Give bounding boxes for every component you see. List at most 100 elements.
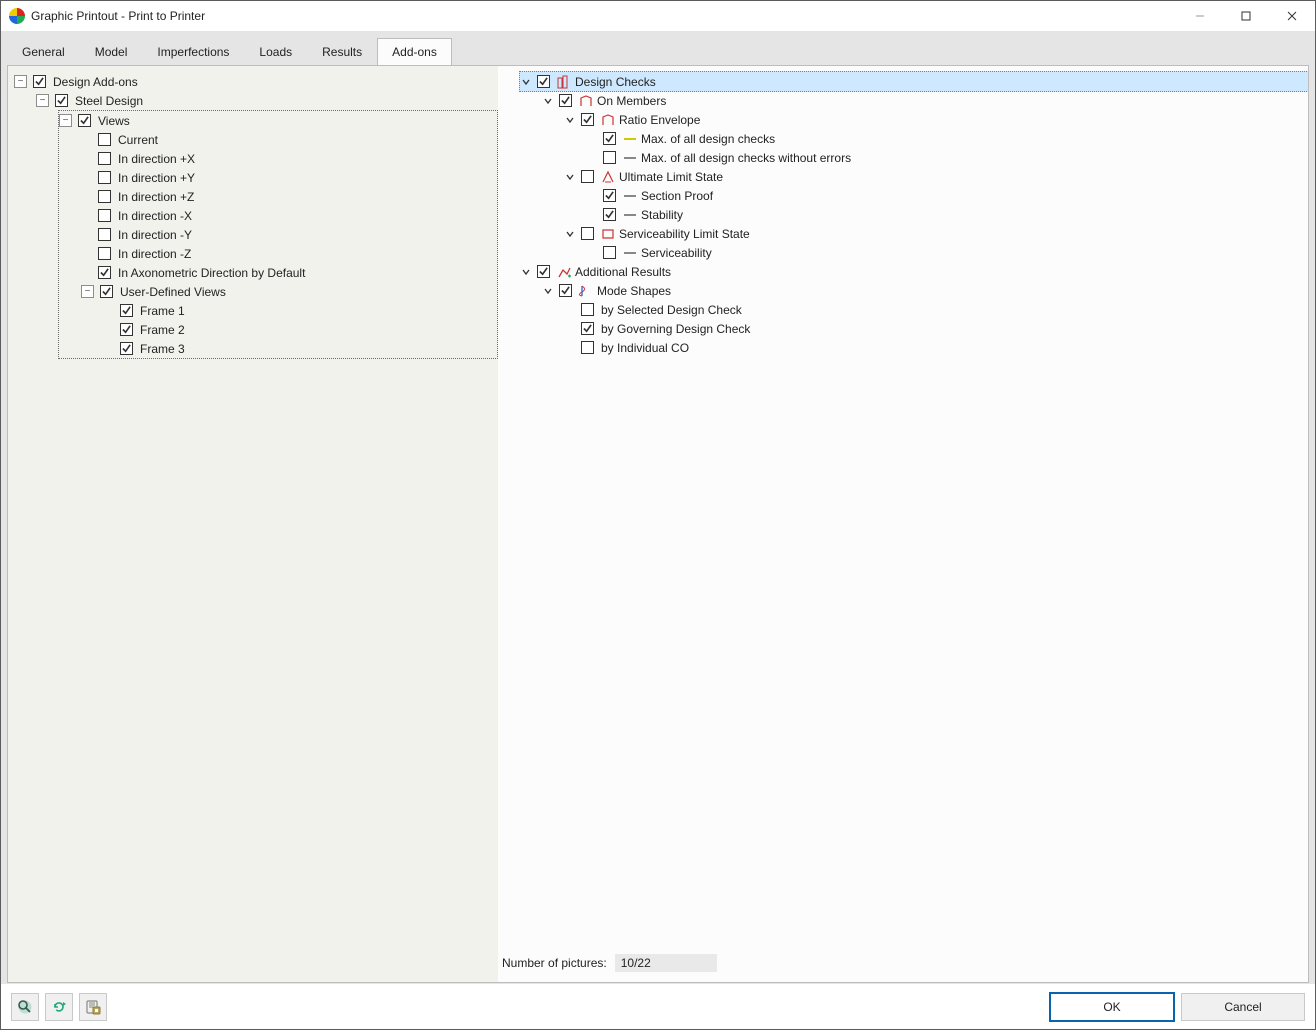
tab-model[interactable]: Model <box>80 38 143 66</box>
checkbox-uls[interactable] <box>581 170 594 183</box>
uls-icon <box>601 170 615 184</box>
checkbox-axo-default[interactable] <box>98 266 111 279</box>
ratio-envelope-icon <box>601 113 615 127</box>
tree-label: Mode Shapes <box>597 284 671 298</box>
checkbox-sls[interactable] <box>581 227 594 240</box>
window-close-button[interactable] <box>1269 1 1315 31</box>
checkbox-ratio-envelope[interactable] <box>581 113 594 126</box>
chevron-down-icon[interactable] <box>542 285 553 296</box>
tab-loads[interactable]: Loads <box>244 38 307 66</box>
checkbox-max-all[interactable] <box>603 132 616 145</box>
left-tree: − Design Add-ons − Steel Design <box>8 66 498 982</box>
tree-label: In direction +Z <box>118 190 194 204</box>
chevron-down-icon[interactable] <box>564 114 575 125</box>
tree-label: In direction -Y <box>118 228 192 242</box>
checkbox-by-governing[interactable] <box>581 322 594 335</box>
checkbox-frame3[interactable] <box>120 342 133 355</box>
checkbox-on-members[interactable] <box>559 94 572 107</box>
mode-shapes-icon <box>579 284 593 298</box>
chevron-down-icon[interactable] <box>542 95 553 106</box>
tree-label: Views <box>98 114 130 128</box>
tree-label: Ultimate Limit State <box>619 170 723 184</box>
tree-label: Frame 2 <box>140 323 185 337</box>
tree-label: Design Checks <box>575 75 656 89</box>
tab-addons[interactable]: Add-ons <box>377 38 452 66</box>
tree-label: Frame 1 <box>140 304 185 318</box>
tab-results[interactable]: Results <box>307 38 377 66</box>
save-template-button[interactable] <box>79 993 107 1021</box>
tree-label: Ratio Envelope <box>619 113 700 127</box>
pictures-count-label: Number of pictures: <box>502 956 607 970</box>
tree-label: Max. of all design checks <box>641 132 775 146</box>
tree-label: Serviceability Limit State <box>619 227 750 241</box>
checkbox-dir-px[interactable] <box>98 152 111 165</box>
tree-label: In direction +X <box>118 152 195 166</box>
pictures-count-value: 10/22 <box>615 954 717 972</box>
checkbox-mode-shapes[interactable] <box>559 284 572 297</box>
expander-icon[interactable]: − <box>14 75 27 88</box>
tree-label: Serviceability <box>641 246 712 260</box>
tree-label: Section Proof <box>641 189 713 203</box>
tree-label: In direction -Z <box>118 247 191 261</box>
checkbox-additional-results[interactable] <box>537 265 550 278</box>
checkbox-dir-mz[interactable] <box>98 247 111 260</box>
app-icon <box>9 8 25 24</box>
tree-label: by Governing Design Check <box>601 322 750 336</box>
checkbox-dir-mx[interactable] <box>98 209 111 222</box>
tree-label: Max. of all design checks without errors <box>641 151 851 165</box>
checkbox-by-individual-co[interactable] <box>581 341 594 354</box>
checkbox-dir-my[interactable] <box>98 228 111 241</box>
expander-icon[interactable]: − <box>81 285 94 298</box>
line-icon <box>623 132 637 146</box>
checkbox-steel-design[interactable] <box>55 94 68 107</box>
tree-label: User-Defined Views <box>120 285 226 299</box>
checkbox-frame2[interactable] <box>120 323 133 336</box>
tab-imperfections[interactable]: Imperfections <box>142 38 244 66</box>
line-icon <box>623 208 637 222</box>
sls-icon <box>601 227 615 241</box>
line-icon <box>623 189 637 203</box>
checkbox-stability[interactable] <box>603 208 616 221</box>
checkbox-frame1[interactable] <box>120 304 133 317</box>
checkbox-dir-py[interactable] <box>98 171 111 184</box>
checkbox-serviceability[interactable] <box>603 246 616 259</box>
additional-results-icon <box>557 265 571 279</box>
checkbox-section-proof[interactable] <box>603 189 616 202</box>
checkbox-by-selected[interactable] <box>581 303 594 316</box>
checkbox-max-noerr[interactable] <box>603 151 616 164</box>
checkbox-user-views[interactable] <box>100 285 113 298</box>
tree-label: Additional Results <box>575 265 671 279</box>
window-maximize-button[interactable] <box>1223 1 1269 31</box>
right-tree: Design Checks On Members <box>498 66 1308 982</box>
line-icon <box>623 246 637 260</box>
expander-icon[interactable]: − <box>59 114 72 127</box>
chevron-down-icon[interactable] <box>520 266 531 277</box>
tree-label: by Selected Design Check <box>601 303 742 317</box>
tab-general[interactable]: General <box>7 38 80 66</box>
line-icon <box>623 151 637 165</box>
tree-label: In Axonometric Direction by Default <box>118 266 305 280</box>
checkbox-views[interactable] <box>78 114 91 127</box>
dialog-window: Graphic Printout - Print to Printer Gene… <box>0 0 1316 1030</box>
tree-label: Steel Design <box>75 94 143 108</box>
expander-icon[interactable]: − <box>36 94 49 107</box>
checkbox-current[interactable] <box>98 133 111 146</box>
members-icon <box>579 94 593 108</box>
chevron-down-icon[interactable] <box>564 171 575 182</box>
ok-button[interactable]: OK <box>1049 992 1175 1022</box>
tree-label: Stability <box>641 208 683 222</box>
cancel-button[interactable]: Cancel <box>1181 993 1305 1021</box>
tree-label: Design Add-ons <box>53 75 138 89</box>
window-minimize-button[interactable] <box>1177 1 1223 31</box>
help-button[interactable] <box>11 993 39 1021</box>
tree-label: In direction +Y <box>118 171 195 185</box>
checkbox-design-checks[interactable] <box>537 75 550 88</box>
tab-page-addons: − Design Add-ons − Steel Design <box>7 65 1309 983</box>
checkbox-design-addons[interactable] <box>33 75 46 88</box>
titlebar: Graphic Printout - Print to Printer <box>1 1 1315 32</box>
chevron-down-icon[interactable] <box>520 76 531 87</box>
refresh-button[interactable] <box>45 993 73 1021</box>
design-checks-icon <box>557 75 571 89</box>
chevron-down-icon[interactable] <box>564 228 575 239</box>
checkbox-dir-pz[interactable] <box>98 190 111 203</box>
